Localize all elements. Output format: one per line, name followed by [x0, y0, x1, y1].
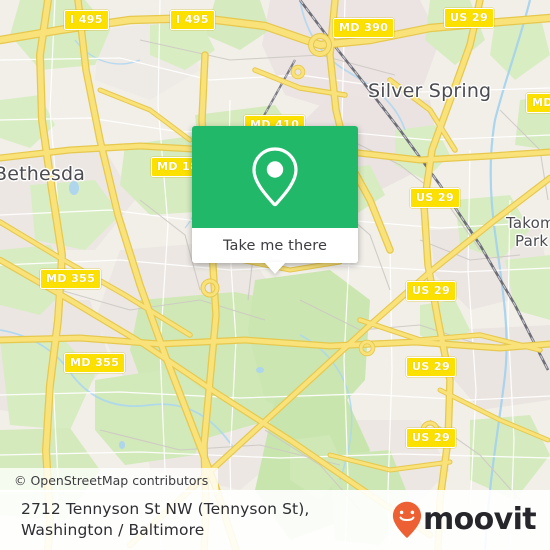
info-card-header	[192, 126, 358, 228]
place-label-bethesda: Bethesda	[0, 163, 86, 185]
road-shield-us29-mid2: US 29	[406, 281, 456, 301]
map-attribution[interactable]: © OpenStreetMap contributors	[0, 468, 219, 492]
location-info-card[interactable]: Take me there	[192, 126, 358, 274]
take-me-there-label: Take me there	[222, 237, 328, 254]
place-label-silver-spring: Silver Spring	[368, 80, 492, 102]
road-shield-md355-upper: MD 355	[40, 269, 102, 289]
moovit-logo[interactable]: moovit	[392, 501, 550, 539]
place-label-takoma-line1: Takoma	[506, 214, 550, 232]
place-label-takoma-line2: Park	[515, 232, 549, 250]
address-text: 2712 Tennyson St NW (Tennyson St), Washi…	[21, 500, 310, 539]
place-label-takoma-park: Takoma Park	[506, 214, 550, 250]
road-shield-i495-east: I 495	[170, 10, 215, 30]
info-card-action-bar[interactable]: Take me there	[192, 228, 358, 274]
info-card-pointer-tail	[264, 262, 286, 274]
road-shield-md-edge: MD	[526, 93, 550, 113]
map-screenshot: Silver Spring Bethesda Takoma Park I 495…	[0, 0, 550, 550]
road-shield-us29-top: US 29	[444, 8, 494, 28]
road-shield-md390: MD 390	[333, 18, 395, 38]
attribution-text: © OpenStreetMap contributors	[14, 472, 209, 488]
road-shield-us29-mid: US 29	[410, 188, 460, 208]
moovit-smiley-pin-icon	[392, 501, 422, 538]
moovit-wordmark: moovit	[422, 502, 537, 537]
road-shield-i495-west: I 495	[64, 10, 109, 30]
road-shield-md355-lower: MD 355	[64, 353, 126, 373]
road-shield-us29-bottom: US 29	[406, 428, 456, 448]
location-pin-icon	[252, 147, 298, 207]
road-shield-us29-lower: US 29	[406, 357, 456, 377]
footer-bar: 2712 Tennyson St NW (Tennyson St), Washi…	[0, 490, 550, 550]
